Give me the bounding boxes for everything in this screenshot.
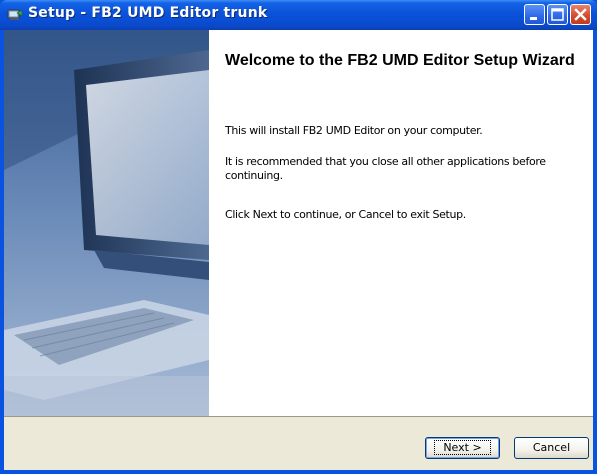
setup-window: Setup - FB2 UMD Editor trunk Welcome to … (0, 0, 597, 474)
continue-instruction: Click Next to continue, or Cancel to exi… (225, 208, 466, 221)
close-button[interactable] (570, 4, 591, 25)
install-description: This will install FB2 UMD Editor on your… (225, 124, 483, 137)
wizard-client-area: Welcome to the FB2 UMD Editor Setup Wiza… (4, 30, 593, 470)
close-icon (574, 8, 587, 21)
button-bar: Next > Cancel (4, 416, 593, 470)
setup-installer-icon (7, 9, 23, 20)
next-button-label: Next > (434, 440, 491, 455)
maximize-button[interactable] (547, 4, 568, 25)
welcome-heading: Welcome to the FB2 UMD Editor Setup Wiza… (225, 52, 575, 69)
maximize-icon (551, 8, 564, 21)
wizard-side-image (4, 30, 209, 416)
window-title: Setup - FB2 UMD Editor trunk (28, 5, 268, 21)
cancel-button[interactable]: Cancel (514, 437, 589, 459)
next-button[interactable]: Next > (425, 437, 500, 459)
wizard-content: Welcome to the FB2 UMD Editor Setup Wiza… (209, 30, 593, 416)
close-apps-recommendation: It is recommended that you close all oth… (225, 155, 546, 182)
minimize-button[interactable] (524, 4, 545, 25)
minimize-icon (530, 17, 537, 20)
computer-illustration (4, 30, 209, 416)
title-bar[interactable]: Setup - FB2 UMD Editor trunk (0, 0, 597, 30)
